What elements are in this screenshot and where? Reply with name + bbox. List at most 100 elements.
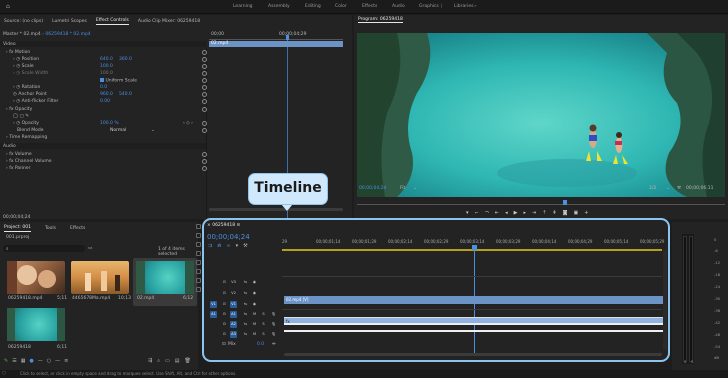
workspace-more-icon[interactable]: » — [474, 4, 477, 9]
uniform-scale-checkbox[interactable] — [100, 78, 104, 82]
zoom-slider-icon[interactable]: —○— — [38, 358, 64, 364]
new-bin-icon[interactable]: ▭ — [88, 246, 92, 251]
type-tool-icon[interactable] — [196, 287, 201, 292]
time-remapping-row[interactable]: › Time Remapping — [3, 135, 203, 142]
workspace-audio[interactable]: Audio — [392, 4, 405, 9]
program-timecode[interactable]: 00;00;04;24 — [359, 186, 386, 191]
solo-right-button[interactable]: S — [691, 359, 693, 364]
breadcrumb-clip[interactable]: 06259418 * 02.mp4 — [45, 32, 90, 37]
tab-project[interactable]: Project: 001 — [4, 225, 31, 232]
position-y[interactable]: 360.0 — [119, 57, 132, 62]
comparison-icon[interactable]: ▣ — [573, 210, 584, 216]
mark-out-icon[interactable]: ¬ — [485, 210, 495, 216]
find-icon[interactable]: ⌕ — [157, 358, 165, 364]
reset-icon[interactable] — [202, 50, 207, 55]
automate-icon[interactable]: ⇶ — [148, 358, 157, 364]
scale-value[interactable]: 100.0 — [100, 64, 113, 69]
project-item-thumbnail[interactable] — [7, 261, 65, 294]
ellipse-mask-icon[interactable]: ◯ — [13, 114, 18, 119]
step-back-icon[interactable]: ◂ — [505, 210, 514, 216]
reset-icon[interactable] — [202, 57, 207, 62]
workspace-color[interactable]: Color — [335, 4, 347, 9]
search-input[interactable] — [3, 245, 85, 252]
reset-icon[interactable] — [202, 99, 207, 104]
ec-clip-bar[interactable]: 02.mp4 — [209, 41, 343, 47]
pen-mask-icon[interactable]: ✎ — [25, 114, 29, 119]
motion-row[interactable]: › fx Motion — [3, 50, 207, 57]
rotation-value[interactable]: 0.0 — [100, 85, 107, 90]
reset-icon[interactable] — [202, 159, 207, 164]
new-bin-icon[interactable]: ▭ — [165, 358, 175, 364]
tab-effects[interactable]: Effects — [70, 226, 85, 231]
tab-source[interactable]: Source: (no clips) — [4, 19, 43, 24]
program-video-frame[interactable] — [357, 33, 725, 197]
slip-tool-icon[interactable] — [196, 260, 201, 265]
resolution-select[interactable]: 1/2 — [649, 186, 656, 191]
home-icon[interactable]: ⌂ — [6, 3, 10, 10]
extract-icon[interactable]: ⇞ — [552, 210, 562, 216]
mark-in-icon[interactable]: ⌐ — [475, 210, 485, 216]
ripple-edit-tool-icon[interactable] — [196, 242, 201, 247]
trash-icon[interactable]: 🗑 — [184, 358, 195, 364]
project-item-thumbnail[interactable] — [71, 261, 129, 294]
opacity-row[interactable]: › fx Opacity — [3, 107, 207, 114]
chevron-down-icon[interactable]: ⌄ — [413, 186, 417, 191]
wrench-icon[interactable]: ⚒ — [677, 186, 681, 191]
rectangle-mask-icon[interactable]: ▢ — [19, 114, 23, 119]
solo-left-button[interactable]: S — [684, 359, 686, 364]
add-icon[interactable]: + — [584, 210, 594, 216]
workspace-graphics[interactable]: Graphics — [419, 4, 439, 9]
keyframe-nav-icon[interactable]: ‹ ◇ › — [183, 121, 193, 126]
chevron-down-icon[interactable]: ⌄ — [151, 128, 155, 133]
opacity-value[interactable]: 100.0 % — [100, 121, 119, 126]
project-item-thumbnail[interactable] — [136, 261, 194, 294]
marker-icon[interactable]: ▾ — [466, 210, 475, 216]
chevron-down-icon[interactable]: ⌄ — [666, 186, 670, 191]
go-to-in-icon[interactable]: ⇤ — [495, 210, 505, 216]
workspace-libraries[interactable]: Libraries — [454, 4, 473, 9]
freeform-view-icon[interactable]: ● — [29, 358, 37, 364]
breadcrumb-master[interactable]: Master * 02.mp4 — [3, 32, 41, 37]
list-view-icon[interactable]: ☰ — [12, 358, 20, 364]
camera-icon[interactable]: ◙ — [563, 210, 574, 216]
reset-icon[interactable] — [202, 152, 207, 157]
track-select-tool-icon[interactable] — [196, 233, 201, 238]
tab-lumetri-scopes[interactable]: Lumetri Scopes — [52, 19, 87, 24]
workspace-learning[interactable]: Learning — [233, 4, 253, 9]
play-icon[interactable]: ▶ — [514, 210, 524, 216]
reset-icon[interactable] — [202, 92, 207, 97]
reset-icon[interactable] — [202, 78, 207, 83]
workspace-editing[interactable]: Editing — [305, 4, 321, 9]
hand-tool-icon[interactable] — [196, 278, 201, 283]
step-forward-icon[interactable]: ▸ — [524, 210, 533, 216]
reset-icon[interactable] — [202, 64, 207, 69]
tab-audio-clip-mixer[interactable]: Audio Clip Mixer: 06259418 — [138, 19, 200, 24]
project-item-thumbnail[interactable] — [7, 308, 65, 341]
razor-tool-icon[interactable] — [196, 251, 201, 256]
reset-icon[interactable] — [202, 85, 207, 90]
go-to-out-icon[interactable]: ⇥ — [532, 210, 542, 216]
reset-icon[interactable] — [202, 166, 207, 171]
tab-tools[interactable]: Tools — [45, 226, 56, 231]
lift-icon[interactable]: ⇡ — [542, 210, 552, 216]
volume-row[interactable]: › fx Volume — [3, 152, 207, 159]
panner-row[interactable]: › fx Panner — [3, 166, 207, 173]
anti-flicker-value[interactable]: 0.00 — [100, 99, 110, 104]
program-playhead[interactable] — [563, 200, 567, 205]
tab-effect-controls[interactable]: Effect Controls — [95, 18, 129, 25]
pencil-icon[interactable]: ✎ — [4, 358, 12, 364]
selection-tool-icon[interactable] — [196, 224, 201, 229]
reset-icon[interactable] — [202, 107, 207, 112]
reset-icon[interactable] — [202, 128, 207, 133]
anchor-y[interactable]: 540.0 — [119, 92, 132, 97]
reset-icon[interactable] — [202, 121, 207, 126]
reset-icon[interactable] — [202, 71, 207, 76]
blend-mode-select[interactable]: Normal — [110, 128, 126, 133]
zoom-select[interactable]: Fit — [400, 186, 405, 191]
sort-icon[interactable]: ≡ — [64, 358, 72, 364]
program-title[interactable]: Program: 06259418 — [358, 17, 403, 23]
program-ruler[interactable] — [357, 204, 725, 205]
workspace-assembly[interactable]: Assembly — [268, 4, 290, 9]
ec-zoom-scrollbar[interactable] — [209, 208, 343, 211]
channel-volume-row[interactable]: › fx Channel Volume — [3, 159, 207, 166]
